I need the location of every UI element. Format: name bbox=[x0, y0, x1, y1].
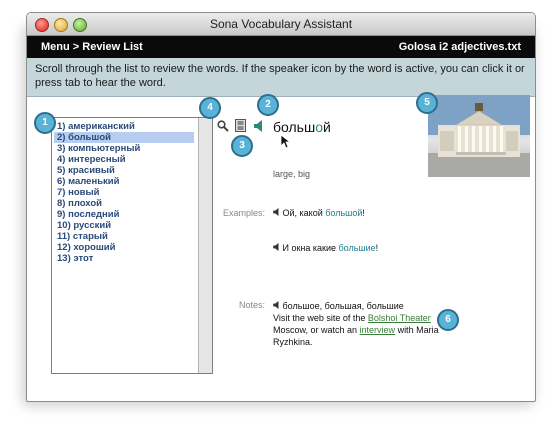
notes-forms: большое, большая, большие bbox=[282, 301, 404, 311]
list-scrollbar[interactable] bbox=[198, 118, 212, 373]
nav-bar: Menu > Review List Golosa i2 adjectives.… bbox=[27, 36, 535, 58]
list-item[interactable]: 10) русский bbox=[54, 220, 194, 231]
callout-4: 4 bbox=[199, 97, 221, 119]
window-title: Sona Vocabulary Assistant bbox=[209, 17, 353, 31]
magnifier-icon[interactable] bbox=[217, 120, 229, 132]
word-meaning: large, big bbox=[273, 169, 311, 179]
theater-photo bbox=[428, 95, 530, 177]
word-list[interactable]: 1) американский 2) большой 3) компьютерн… bbox=[51, 117, 213, 374]
list-item[interactable]: 4) интересный bbox=[54, 154, 194, 165]
speaker-small-icon[interactable] bbox=[273, 301, 280, 309]
word-list-items: 1) американский 2) большой 3) компьютерн… bbox=[54, 121, 194, 264]
notes-line: Ryzhkina. bbox=[273, 336, 463, 348]
callout-6: 6 bbox=[437, 309, 459, 331]
breadcrumb[interactable]: Menu > Review List bbox=[41, 41, 143, 53]
instruction-text: Scroll through the list to review the wo… bbox=[35, 63, 525, 89]
list-item[interactable]: 12) хороший bbox=[54, 242, 194, 253]
example-2: И окна какие большие! bbox=[273, 243, 378, 253]
word-stress: о bbox=[315, 119, 323, 135]
bolshoi-link[interactable]: Bolshoi Theater bbox=[368, 313, 431, 323]
notes-label: Notes: bbox=[238, 300, 265, 310]
interview-link[interactable]: interview bbox=[360, 325, 396, 335]
example-text: ! bbox=[375, 243, 379, 253]
examples-label: Examples: bbox=[222, 208, 265, 218]
app-window: Sona Vocabulary Assistant Menu > Review … bbox=[26, 12, 536, 402]
notes-text: Moscow, or watch an bbox=[273, 325, 360, 335]
example-text: Ой, какой bbox=[282, 208, 326, 218]
mouse-cursor-icon bbox=[281, 135, 291, 149]
title-bar[interactable]: Sona Vocabulary Assistant bbox=[27, 13, 535, 36]
list-item[interactable]: 7) новый bbox=[54, 187, 194, 198]
speaker-icon[interactable] bbox=[254, 120, 264, 132]
list-item[interactable]: 9) последний bbox=[54, 209, 194, 220]
callout-5: 5 bbox=[416, 92, 438, 114]
word-part: й bbox=[323, 119, 331, 135]
callout-2: 2 bbox=[257, 94, 279, 116]
callout-1: 1 bbox=[34, 112, 56, 134]
word-part: больш bbox=[273, 119, 316, 135]
file-name: Golosa i2 adjectives.txt bbox=[398, 41, 521, 53]
list-item[interactable]: 1) американский bbox=[54, 121, 194, 132]
notes-forms-line: большое, большая, большие bbox=[273, 300, 463, 312]
list-item[interactable]: 3) компьютерный bbox=[54, 143, 194, 154]
speaker-small-icon[interactable] bbox=[273, 243, 280, 251]
example-text: ! bbox=[362, 208, 365, 218]
example-highlight: большой bbox=[325, 208, 363, 218]
list-item[interactable]: 6) маленький bbox=[54, 176, 194, 187]
notes-line: Visit the web site of the Bolshoi Theate… bbox=[273, 312, 463, 324]
current-word: большой bbox=[273, 119, 331, 135]
list-item-selected[interactable]: 2) большой bbox=[54, 132, 194, 143]
notes-text: Visit the web site of the bbox=[273, 313, 368, 323]
bolshoi-theater-image bbox=[428, 95, 530, 177]
notes: большое, большая, большие Visit the web … bbox=[273, 300, 463, 348]
speaker-small-icon[interactable] bbox=[273, 208, 280, 216]
film-icon[interactable] bbox=[235, 119, 246, 132]
list-item[interactable]: 5) красивый bbox=[54, 165, 194, 176]
example-1: Ой, какой большой! bbox=[273, 208, 365, 218]
notes-line: Moscow, or watch an interview with Maria bbox=[273, 324, 463, 336]
example-highlight: большие bbox=[338, 243, 376, 253]
list-item[interactable]: 8) плохой bbox=[54, 198, 194, 209]
list-item[interactable]: 13) этот bbox=[54, 253, 194, 264]
list-item[interactable]: 11) старый bbox=[54, 231, 194, 242]
notes-text: Ryzhkina. bbox=[273, 337, 313, 347]
notes-text: with Maria bbox=[395, 325, 439, 335]
callout-3: 3 bbox=[231, 135, 253, 157]
example-text: И окна какие bbox=[282, 243, 339, 253]
instructions-panel: Scroll through the list to review the wo… bbox=[27, 58, 535, 97]
